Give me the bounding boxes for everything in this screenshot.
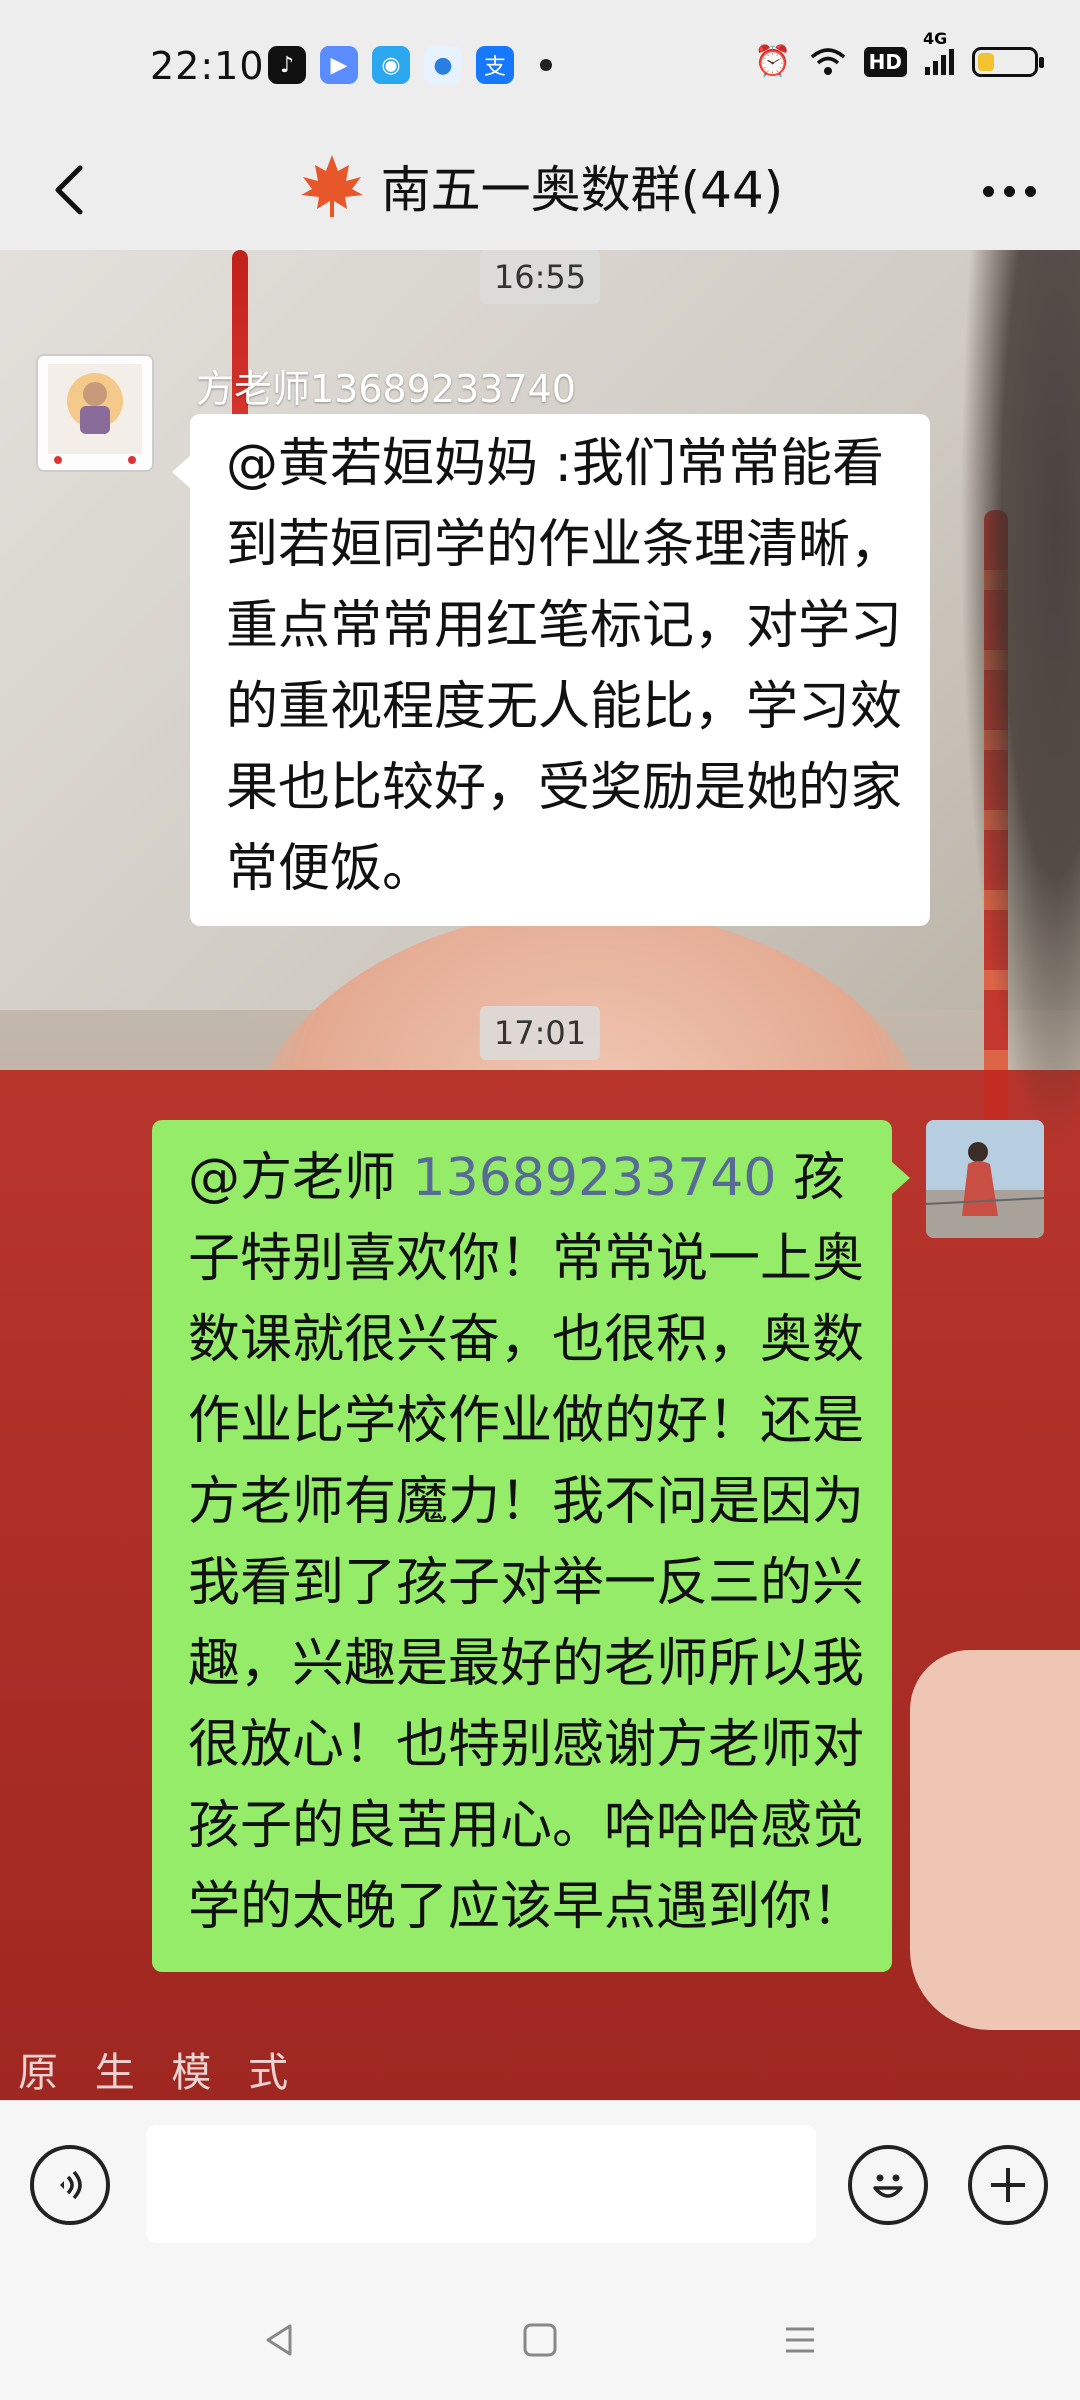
signal-icon: 4G bbox=[923, 29, 954, 75]
notification-dot-icon bbox=[540, 59, 552, 71]
nav-home-icon bbox=[523, 2323, 557, 2357]
message-timestamp: 17:01 bbox=[479, 1006, 601, 1060]
status-indicators: ⏰ HD 4G bbox=[754, 29, 1044, 79]
message-timestamp: 16:55 bbox=[479, 250, 601, 304]
avatar[interactable] bbox=[36, 354, 154, 472]
voice-button[interactable] bbox=[30, 2145, 110, 2225]
mention-prefix: @方老师 bbox=[188, 1148, 413, 1208]
chat-area[interactable]: 16:55 方老师13689233740 @黄若姮妈妈 :我们常常能看到若姮同学… bbox=[0, 250, 1080, 2100]
mention-phone-link[interactable]: 13689233740 bbox=[413, 1148, 777, 1208]
status-bar: 22:10 ♪ ▶ ◉ ● 支 ⏰ HD 4G bbox=[0, 0, 1080, 130]
more-button[interactable] bbox=[974, 166, 1044, 216]
alipay-icon: 支 bbox=[476, 46, 514, 84]
page-title: 南五一奥数群(44) bbox=[380, 161, 784, 219]
battery-icon bbox=[972, 46, 1044, 77]
tiktok-icon: ♪ bbox=[268, 46, 306, 84]
message-text: 孩子特别喜欢你！常常说一上奥数课就很兴奋，也很积，奥数作业比学校作业做的好！还是… bbox=[188, 1148, 865, 1937]
self-avatar-image bbox=[926, 1120, 1044, 1238]
nav-menu-button[interactable] bbox=[770, 2310, 830, 2370]
qq-icon: ◉ bbox=[372, 46, 410, 84]
more-dots-icon bbox=[982, 185, 994, 197]
chat-header: 南五一奥数群(44) bbox=[0, 130, 1080, 250]
status-time: 22:10 bbox=[150, 44, 265, 88]
emoji-button[interactable] bbox=[848, 2145, 928, 2225]
system-nav-bar bbox=[0, 2270, 1080, 2400]
input-bar bbox=[0, 2100, 1080, 2271]
teacher-avatar-image bbox=[38, 356, 152, 470]
browser-icon: ● bbox=[424, 46, 462, 84]
nav-menu-icon bbox=[786, 2327, 814, 2353]
voice-icon bbox=[60, 2170, 82, 2200]
alarm-icon: ⏰ bbox=[754, 44, 792, 79]
nav-back-icon bbox=[266, 2324, 292, 2356]
sender-name: 方老师13689233740 bbox=[196, 367, 576, 411]
battery-level bbox=[978, 52, 994, 71]
plus-icon bbox=[991, 2168, 1025, 2202]
network-label: 4G bbox=[923, 28, 948, 48]
emoji-icon bbox=[873, 2174, 903, 2198]
message-bubble-incoming[interactable]: @黄若姮妈妈 :我们常常能看到若姮同学的作业条理清晰，重点常常用红笔标记，对学习… bbox=[172, 414, 930, 926]
hd-badge: HD bbox=[863, 46, 907, 77]
plus-button[interactable] bbox=[968, 2145, 1048, 2225]
nav-home-button[interactable] bbox=[510, 2310, 570, 2370]
status-app-icons: ♪ ▶ ◉ ● 支 bbox=[268, 46, 552, 84]
avatar[interactable] bbox=[926, 1120, 1044, 1238]
message-input[interactable] bbox=[146, 2125, 816, 2243]
title-area: 南五一奥数群(44) bbox=[0, 150, 1080, 222]
watermark-text: 原 生 模 式 bbox=[18, 2050, 301, 2096]
maple-leaf-icon bbox=[300, 155, 363, 217]
wifi-icon bbox=[810, 47, 845, 75]
message-bubble-outgoing[interactable]: @方老师 13689233740 孩子特别喜欢你！常常说一上奥数课就很兴奋，也很… bbox=[152, 1120, 910, 1972]
video-app-icon: ▶ bbox=[320, 46, 358, 84]
nav-back-button[interactable] bbox=[250, 2310, 310, 2370]
